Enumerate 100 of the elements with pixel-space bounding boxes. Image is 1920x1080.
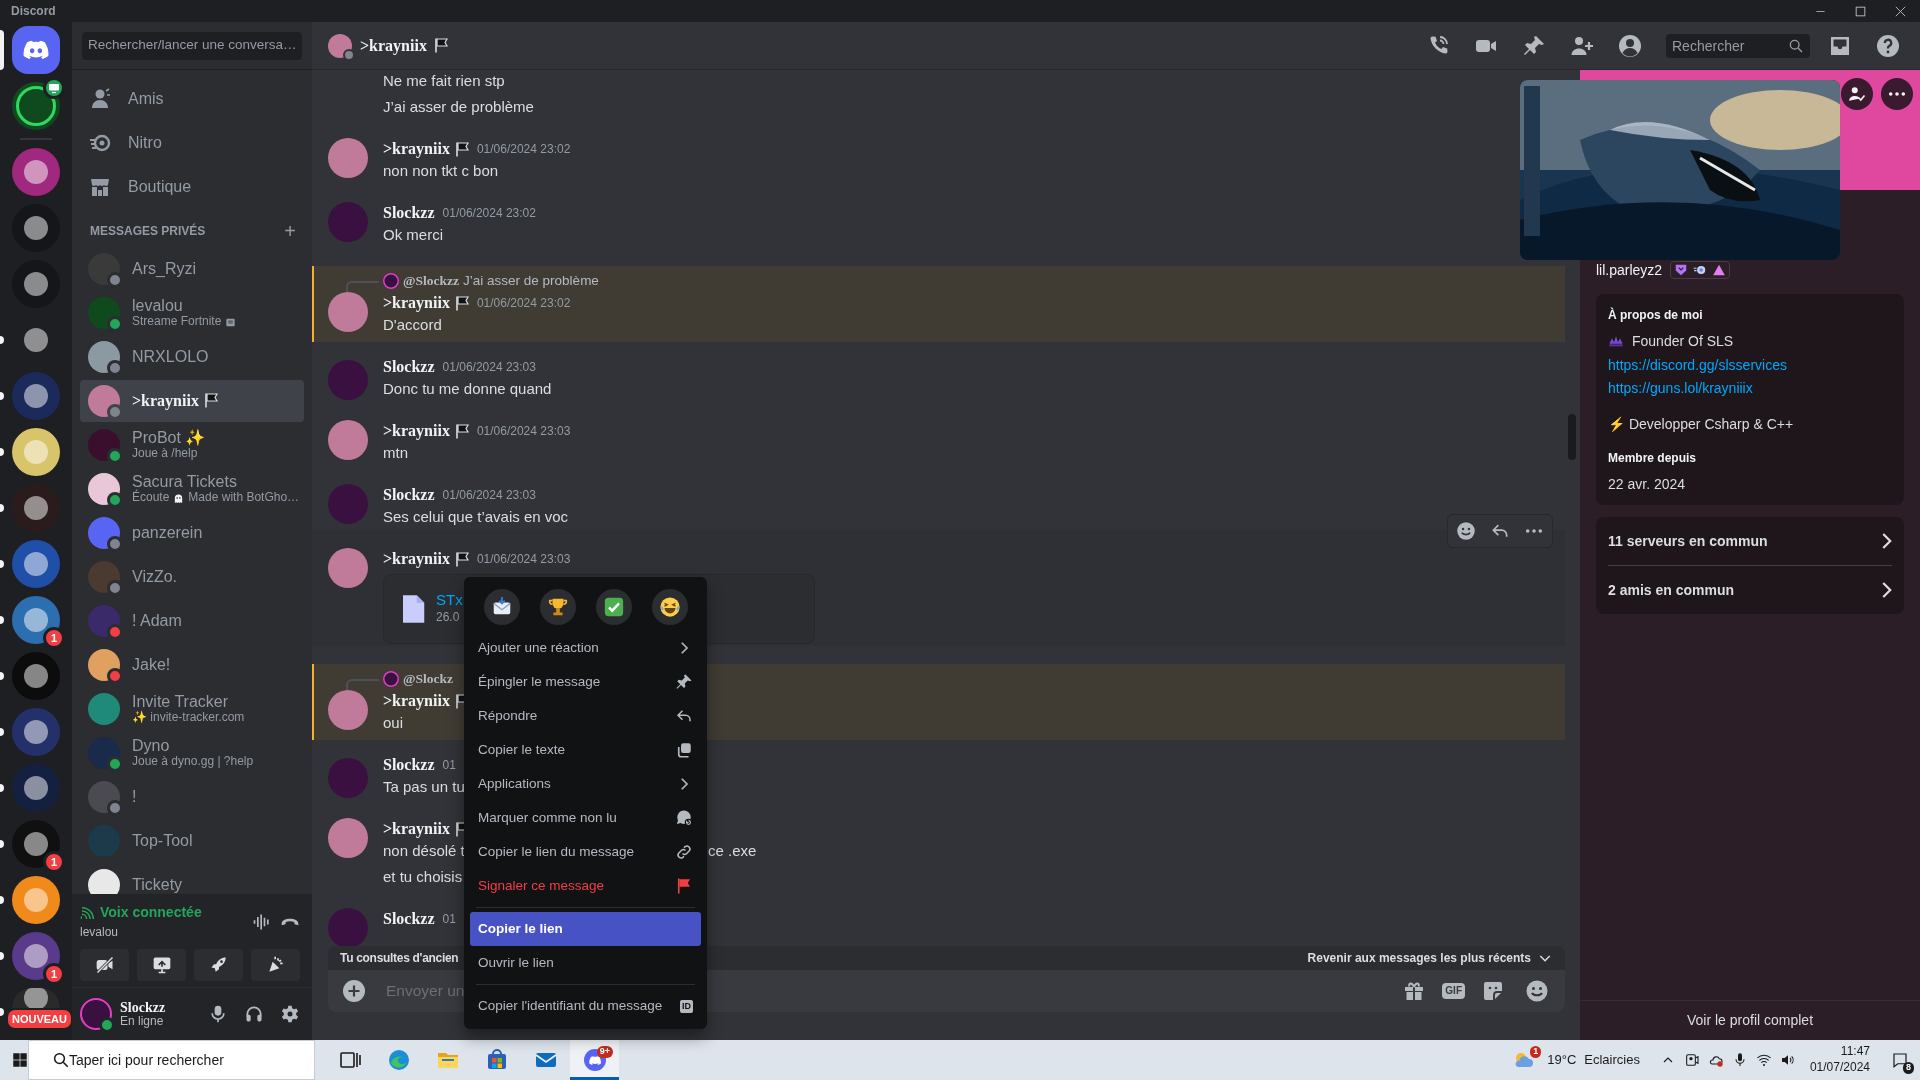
menu-item[interactable]: Applications <box>470 767 701 801</box>
weather-button[interactable]: 1 <box>1499 1040 1548 1080</box>
menu-item[interactable]: Copier le texte <box>470 733 701 767</box>
dm-item[interactable]: Sacura Tickets Écoute Made with BotGho… <box>80 468 304 510</box>
camera-off-icon <box>94 955 115 975</box>
more-icon <box>1525 529 1543 533</box>
scroll-thumb[interactable] <box>1568 414 1576 460</box>
nav-item[interactable]: Nitro <box>80 122 304 164</box>
search-button[interactable]: Rechercher/lancer une conversa… <box>82 31 302 60</box>
monitor-icon <box>48 82 60 94</box>
dm-item[interactable]: ProBot ✨ Joue à /help <box>80 424 304 466</box>
reply-text: J’ai asser de problème <box>463 271 599 290</box>
author-name: >krayniix <box>383 139 450 160</box>
discord-button[interactable]: 9+ <box>570 1040 619 1080</box>
windows-logo-icon <box>11 1051 29 1069</box>
avatar <box>88 693 120 725</box>
search-field[interactable]: Rechercher <box>1666 33 1810 58</box>
screen-share-button[interactable] <box>137 949 186 981</box>
add-button[interactable]: + <box>284 221 296 241</box>
dm-item[interactable]: levalou Streame Fortnite <box>80 292 304 334</box>
laughing-face-icon <box>658 596 681 618</box>
message-text: mtn <box>383 444 408 461</box>
notification-badge: 8 <box>1903 1062 1914 1074</box>
voice-channel: levalou <box>80 924 120 941</box>
activity-text: Joue à /help <box>132 447 198 462</box>
section-title: À propos de moi <box>1608 306 1704 324</box>
server-icon[interactable] <box>12 428 60 476</box>
mention-badge: 1 <box>43 627 65 649</box>
dm-item[interactable]: >krayniix <box>80 380 304 422</box>
message-text: Ses celui que t’avais en voc <box>383 508 569 525</box>
unread-indicator <box>0 392 4 400</box>
username: lil.parleyz2 <box>1596 260 1663 280</box>
dm-name: Top-Tool <box>132 831 193 851</box>
dm-item[interactable]: ! Adam <box>80 600 304 642</box>
dm-item[interactable]: NRXLOLO <box>80 336 304 378</box>
reaction-button[interactable] <box>651 589 688 625</box>
activity-text: Joue à dyno.gg | ?help <box>132 755 254 770</box>
dm-item[interactable]: Dyno Joue à dyno.gg | ?help <box>80 732 304 774</box>
author-name: Slockzz <box>383 357 435 377</box>
profile-link[interactable]: https://guns.lol/krayniiix <box>1608 379 1753 396</box>
server-icon[interactable] <box>12 148 60 196</box>
timestamp: 01/06/2024 23:02 <box>442 205 536 222</box>
minimize-icon <box>1814 9 1826 13</box>
file-name[interactable]: STx <box>436 591 463 609</box>
reaction-button[interactable] <box>595 589 632 625</box>
nav-item[interactable]: Amis <box>80 78 304 120</box>
dm-name: Dyno <box>132 736 170 756</box>
taskbar-search[interactable]: Taper ici pour rechercher <box>28 1040 315 1080</box>
reply-author: @Slockz <box>403 669 454 688</box>
dm-item[interactable]: ! <box>80 776 304 818</box>
signal-icon <box>80 904 96 921</box>
notifications-button[interactable]: 8 <box>1880 1040 1920 1080</box>
link-icon <box>675 843 693 861</box>
clock-date: 01/07/2024 <box>1809 1060 1870 1076</box>
dm-item[interactable]: Top-Tool <box>80 820 304 862</box>
server-icon[interactable] <box>12 708 60 756</box>
dm-item[interactable]: Jake! <box>80 644 304 686</box>
person-icon <box>1618 33 1642 58</box>
server-icon[interactable] <box>12 596 60 644</box>
more-icon <box>1888 92 1906 96</box>
menu-item[interactable]: Copier le lien <box>470 912 701 946</box>
author-name: Slockzz <box>383 909 435 929</box>
dm-item[interactable]: Ars_Ryzi <box>80 248 304 290</box>
about-text: Founder Of SLS <box>1632 332 1734 350</box>
dm-item[interactable]: panzerein <box>80 512 304 554</box>
menu-item[interactable]: Marquer comme non lu <box>470 801 701 835</box>
menu-item[interactable]: Ajouter une réaction <box>470 631 701 665</box>
rocket-button[interactable] <box>194 949 243 981</box>
profile-link[interactable]: https://discord.gg/slsservices <box>1608 357 1787 373</box>
mutual-item[interactable]: 11 serveurs en commun <box>1596 517 1904 565</box>
server-icon[interactable] <box>12 540 60 588</box>
section-title: Membre depuis <box>1608 450 1698 467</box>
gif-button[interactable]: GIF <box>1442 983 1465 999</box>
server-icon[interactable] <box>12 876 60 924</box>
attach-button[interactable] <box>342 979 366 1003</box>
nav-item[interactable]: Boutique <box>80 166 304 208</box>
menu-item[interactable]: Copier le lien du message <box>470 835 701 869</box>
dm-name: NRXLOLO <box>132 347 209 367</box>
reaction-button[interactable] <box>483 589 520 625</box>
member-date: 22 avr. 2024 <box>1608 475 1687 493</box>
unread-indicator <box>0 336 4 344</box>
person-check-icon <box>1848 85 1866 103</box>
menu-item[interactable]: Signaler ce message <box>470 869 701 903</box>
dm-name: ! Adam <box>132 611 182 631</box>
activity-button[interactable] <box>251 949 300 981</box>
message-text: et tu choisis <box>383 868 463 885</box>
jump-button[interactable]: Revenir aux messages les plus récents <box>1307 949 1553 967</box>
dm-item[interactable]: VizZo. <box>80 556 304 598</box>
activity-text: Écoute <box>132 491 170 506</box>
home-button[interactable] <box>12 26 60 74</box>
chevron-right-icon <box>1882 582 1892 598</box>
dm-item[interactable]: Invite Tracker ✨ invite-tracker.com <box>80 688 304 730</box>
wifi-icon <box>1755 1052 1772 1068</box>
full-profile-link[interactable]: Voir le profil complet <box>1680 1009 1820 1032</box>
mutual-item[interactable]: 2 amis en commun <box>1596 566 1904 614</box>
camera-button[interactable] <box>80 949 129 981</box>
reaction-button[interactable] <box>539 589 576 625</box>
user-status: En ligne <box>120 1015 165 1029</box>
server-icon[interactable] <box>12 932 60 980</box>
message-text: non désolé t <box>383 842 465 859</box>
